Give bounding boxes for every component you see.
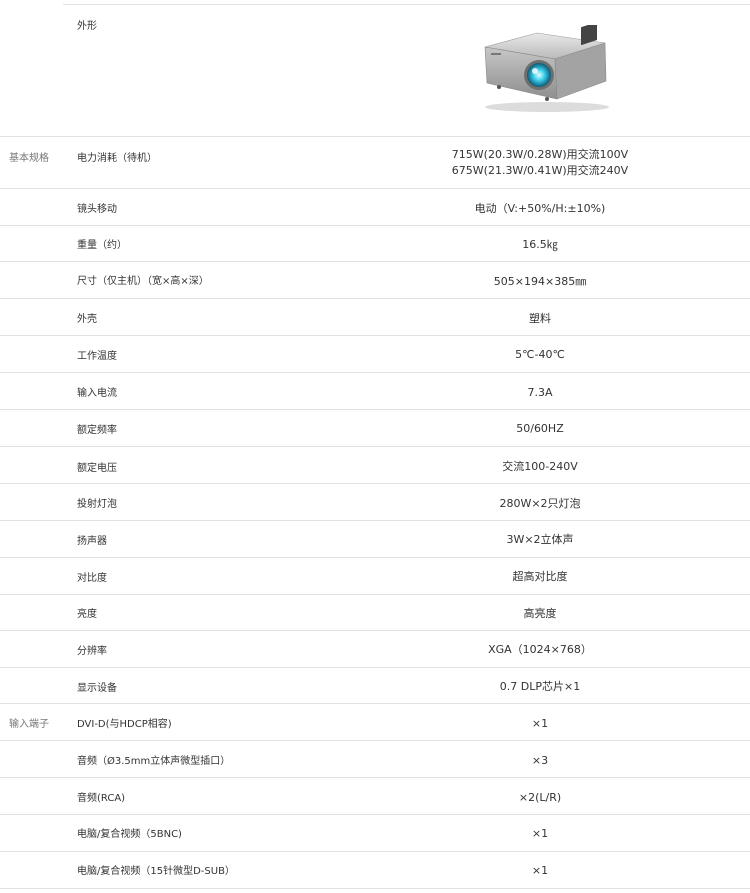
spec-label: 投射灯泡 — [77, 499, 117, 510]
spec-row: 额定频率 50/60HZ — [0, 409, 750, 446]
spec-value: ×3 — [330, 753, 750, 769]
spec-label: DVI-D(与HDCP相容) — [77, 719, 172, 730]
spec-value: 塑料 — [330, 311, 750, 327]
spec-value: XGA（1024×768） — [330, 642, 750, 658]
spec-value-line: 280W×2只灯泡 — [499, 497, 581, 510]
spec-row: 工作温度 5℃-40℃ — [0, 335, 750, 372]
spec-row: 输入端子 DVI-D(与HDCP相容) ×1 — [0, 703, 750, 740]
spec-value-line: ×3 — [531, 754, 549, 767]
spec-value-line: 高亮度 — [523, 607, 557, 620]
spec-value-line: 16.5㎏ — [522, 238, 558, 251]
spec-label: 重量（约） — [77, 240, 127, 251]
spec-label: 电力消耗（待机） — [77, 153, 157, 164]
spec-value-line: 交流100-240V — [502, 460, 578, 473]
spec-value-line: ×1 — [531, 864, 549, 877]
spec-row: 扬声器 3W×2立体声 — [0, 520, 750, 557]
spec-value-line: 505×194×385㎜ — [493, 275, 587, 288]
spec-value-line: ×1 — [531, 717, 549, 730]
spec-value: 超高对比度 — [330, 569, 750, 585]
spec-label: 电脑/复合视频（5BNC) — [77, 829, 182, 840]
spec-row: 电脑/复合视频（5BNC) ×1 — [0, 814, 750, 851]
spec-value: ×1 — [330, 863, 750, 879]
spec-row: 亮度 高亮度 — [0, 594, 750, 630]
spec-value: 7.3A — [330, 385, 750, 401]
spec-value: ×1 — [330, 716, 750, 732]
spec-label: 尺寸（仅主机）（宽×高×深） — [77, 276, 209, 287]
spec-value-line: 675W(21.3W/0.41W)用交流240V — [451, 164, 629, 177]
spec-row: 镜头移动 电动（V:+50%/H:±10%) — [0, 188, 750, 225]
spec-value: 16.5㎏ — [330, 237, 750, 253]
spec-value-line: 0.7 DLP芯片×1 — [499, 680, 581, 693]
spec-value-line: ×1 — [531, 827, 549, 840]
spec-row: 输入电流 7.3A — [0, 372, 750, 409]
spec-row: 重量（约） 16.5㎏ — [0, 225, 750, 261]
spec-row: 音频(RCA) ×2(L/R) — [0, 777, 750, 814]
spec-row: 分辨率 XGA（1024×768） — [0, 630, 750, 667]
spec-label: 电脑/复合视频（15针微型D-SUB） — [77, 866, 235, 877]
appearance-row: 外形 — [0, 5, 750, 136]
spec-label: 分辨率 — [77, 646, 107, 657]
spec-value: 50/60HZ — [330, 421, 750, 437]
spec-label: 音频(RCA) — [77, 793, 126, 804]
spec-row: 显示设备 0.7 DLP芯片×1 — [0, 667, 750, 703]
spec-value-line: 7.3A — [527, 386, 553, 399]
spec-value-line: 50/60HZ — [516, 422, 564, 435]
spec-row: 投射灯泡 280W×2只灯泡 — [0, 483, 750, 520]
spec-value: 0.7 DLP芯片×1 — [330, 679, 750, 695]
spec-value: 电动（V:+50%/H:±10%) — [330, 201, 750, 217]
spec-value: ×1 — [330, 826, 750, 842]
spec-row: 对比度 超高对比度 — [0, 557, 750, 594]
spec-value-line: 超高对比度 — [512, 570, 568, 583]
spec-label: 工作温度 — [77, 351, 117, 362]
spec-label: 额定电压 — [77, 463, 117, 474]
projector-image — [484, 25, 609, 112]
spec-row: 音频（Ø3.5mm立体声微型插口） ×3 — [0, 740, 750, 777]
spec-row: 基本规格 电力消耗（待机） 715W(20.3W/0.28W)用交流100V 675W… — [0, 136, 750, 188]
spec-value-line: ×2(L/R) — [518, 791, 562, 804]
appearance-label: 外形 — [77, 21, 97, 32]
spec-value-line: 715W(20.3W/0.28W)用交流100V — [451, 148, 629, 161]
spec-label: 音频（Ø3.5mm立体声微型插口） — [77, 756, 231, 767]
category-input-terminals: 输入端子 — [9, 719, 49, 730]
spec-value: 505×194×385㎜ — [330, 274, 750, 290]
spec-value: 高亮度 — [330, 606, 750, 622]
spec-label: 额定频率 — [77, 425, 117, 436]
spec-label: 输入电流 — [77, 388, 117, 399]
spec-label: 扬声器 — [77, 536, 107, 547]
spec-label: 亮度 — [77, 609, 97, 620]
spec-value-line: 电动（V:+50%/H:±10%) — [474, 202, 606, 215]
spec-row: 额定电压 交流100-240V — [0, 446, 750, 483]
spec-value: 交流100-240V — [330, 459, 750, 475]
spec-value: ×2(L/R) — [330, 790, 750, 806]
spec-value-line: 3W×2立体声 — [506, 533, 574, 546]
spec-label: 显示设备 — [77, 683, 117, 694]
spec-label: 外壳 — [77, 314, 97, 325]
spec-label: 镜头移动 — [77, 204, 117, 215]
spec-row: 电脑/复合视频（15针微型D-SUB） ×1 — [0, 851, 750, 888]
spec-value: 5℃-40℃ — [330, 347, 750, 363]
spec-value: 715W(20.3W/0.28W)用交流100V 675W(21.3W/0.41W… — [330, 147, 750, 179]
bottom-divider — [0, 888, 750, 889]
spec-value-line: 5℃-40℃ — [515, 348, 565, 361]
spec-value: 3W×2立体声 — [330, 532, 750, 548]
spec-value-line: 塑料 — [529, 312, 551, 325]
category-basic-specs: 基本规格 — [9, 153, 49, 164]
spec-row: 外壳 塑料 — [0, 298, 750, 335]
spec-label: 对比度 — [77, 573, 107, 584]
spec-value-line: XGA（1024×768） — [488, 643, 592, 656]
spec-value: 280W×2只灯泡 — [330, 496, 750, 512]
spec-row: 尺寸（仅主机）（宽×高×深） 505×194×385㎜ — [0, 261, 750, 298]
